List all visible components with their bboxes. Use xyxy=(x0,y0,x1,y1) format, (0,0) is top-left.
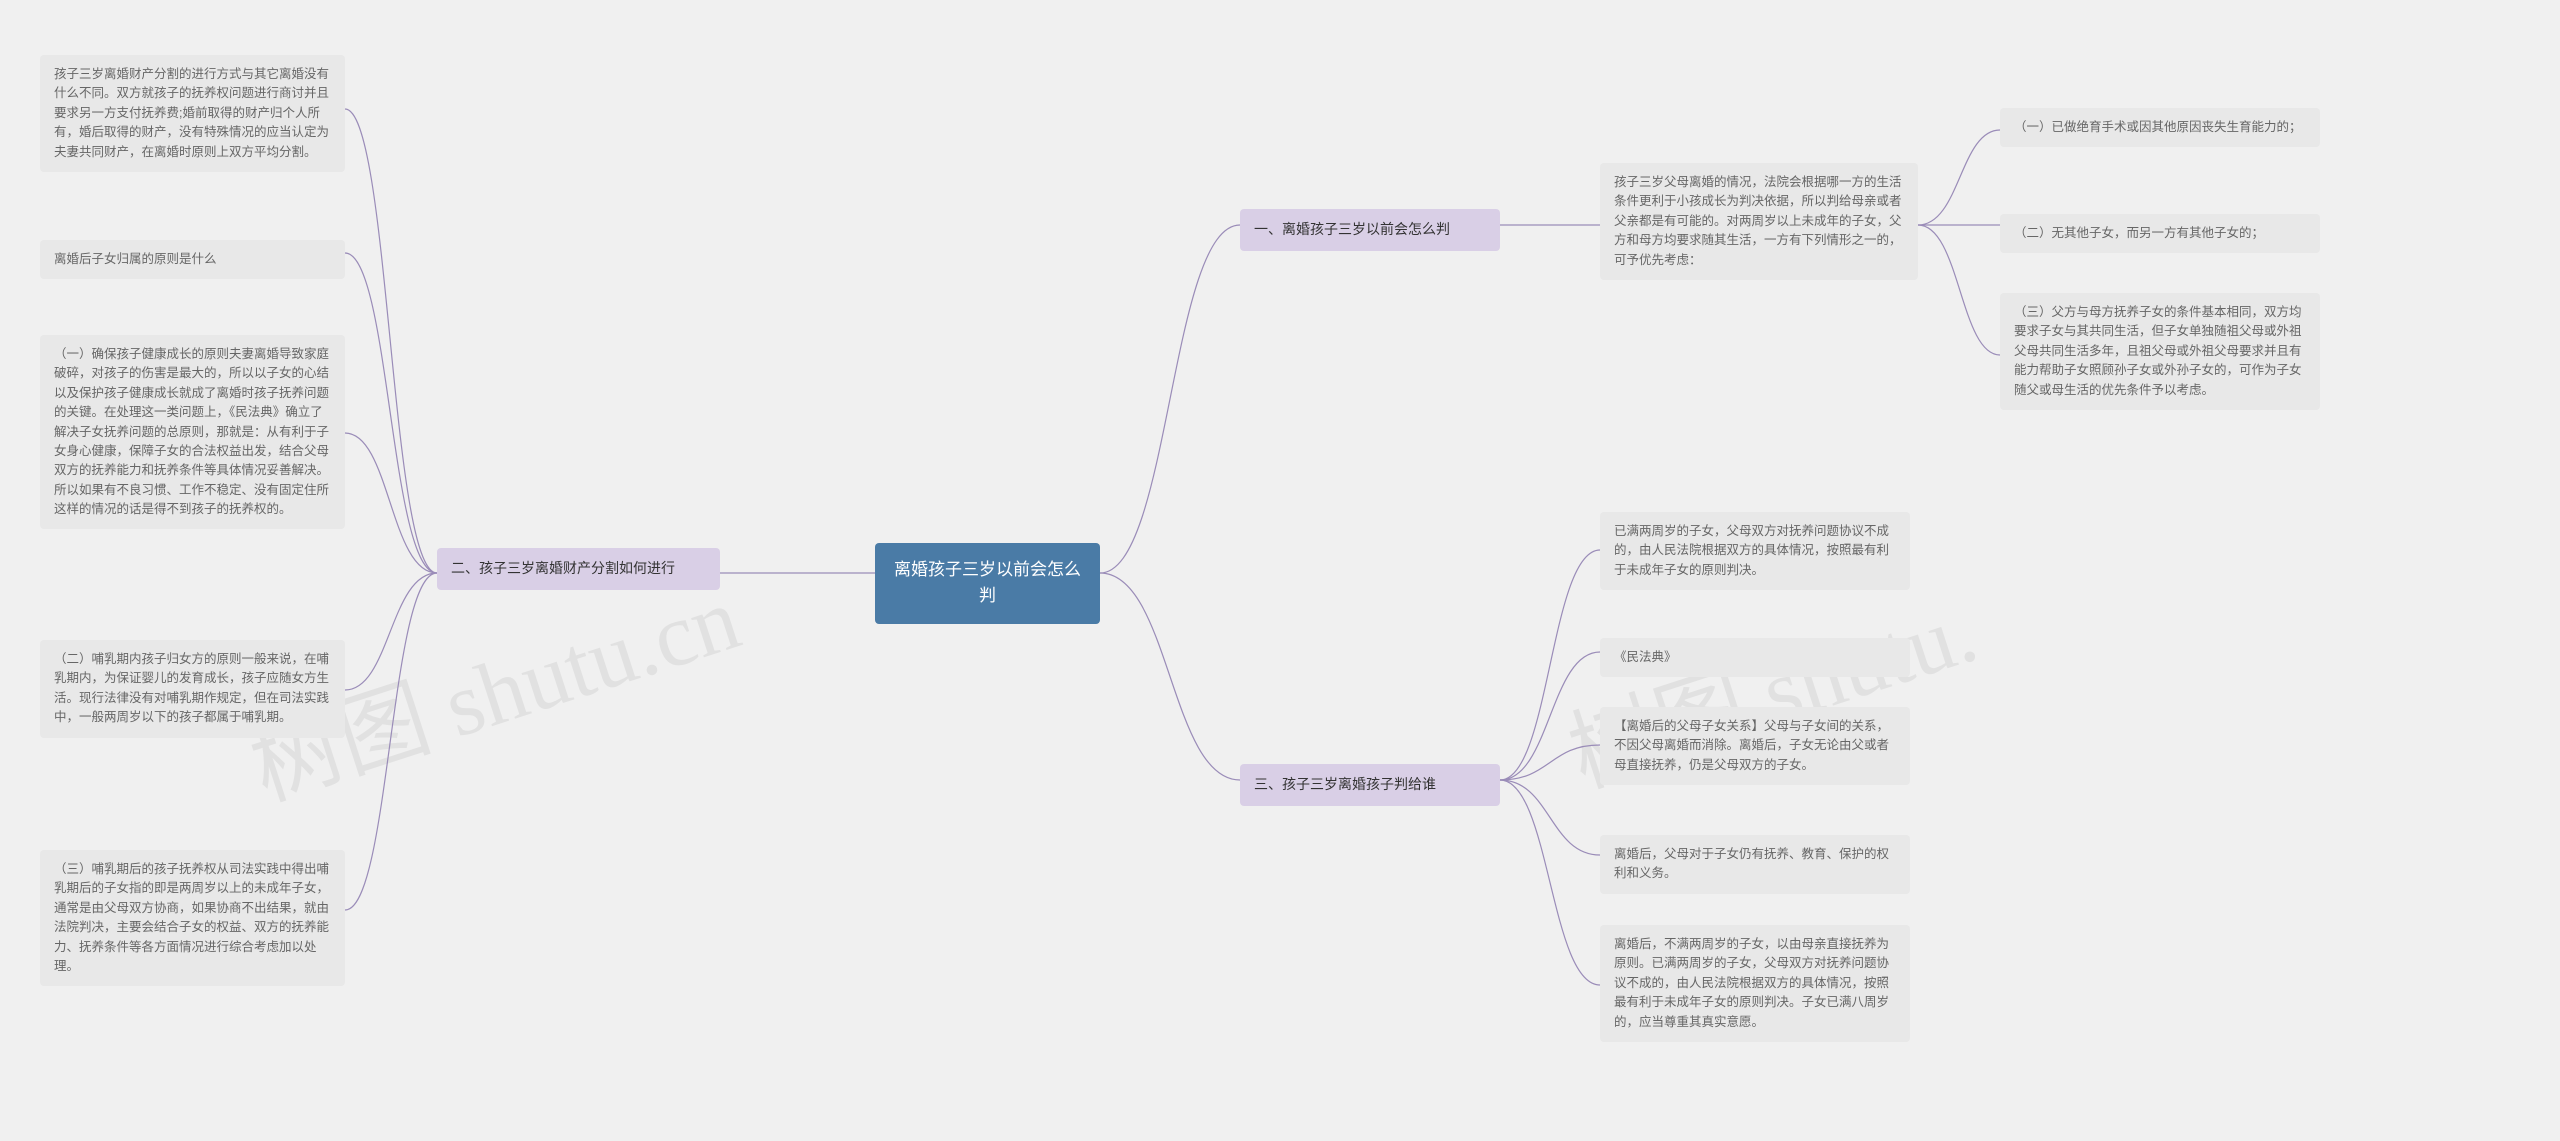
branch-2-child-3[interactable]: （一）确保孩子健康成长的原则夫妻离婚导致家庭破碎，对孩子的伤害是最大的，所以以子… xyxy=(40,335,345,529)
branch-3-child-4[interactable]: 离婚后，父母对于子女仍有抚养、教育、保护的权利和义务。 xyxy=(1600,835,1910,894)
branch-3-child-2[interactable]: 《民法典》 xyxy=(1600,638,1910,677)
branch-1-sub-3[interactable]: （三）父方与母方抚养子女的条件基本相同，双方均要求子女与其共同生活，但子女单独随… xyxy=(2000,293,2320,410)
branch-1-child-1[interactable]: 孩子三岁父母离婚的情况，法院会根据哪一方的生活条件更利于小孩成长为判决依据，所以… xyxy=(1600,163,1918,280)
branch-3-child-1[interactable]: 已满两周岁的子女，父母双方对抚养问题协议不成的，由人民法院根据双方的具体情况，按… xyxy=(1600,512,1910,590)
branch-2-child-5[interactable]: （三）哺乳期后的孩子抚养权从司法实践中得出哺乳期后的子女指的即是两周岁以上的未成… xyxy=(40,850,345,986)
branch-2-child-1[interactable]: 孩子三岁离婚财产分割的进行方式与其它离婚没有什么不同。双方就孩子的抚养权问题进行… xyxy=(40,55,345,172)
branch-2[interactable]: 二、孩子三岁离婚财产分割如何进行 xyxy=(437,548,720,590)
branch-1[interactable]: 一、离婚孩子三岁以前会怎么判 xyxy=(1240,209,1500,251)
branch-2-child-4[interactable]: （二）哺乳期内孩子归女方的原则一般来说，在哺乳期内，为保证婴儿的发育成长，孩子应… xyxy=(40,640,345,738)
branch-3-child-5[interactable]: 离婚后，不满两周岁的子女，以由母亲直接抚养为原则。已满两周岁的子女，父母双方对抚… xyxy=(1600,925,1910,1042)
branch-3[interactable]: 三、孩子三岁离婚孩子判给谁 xyxy=(1240,764,1500,806)
branch-2-child-2[interactable]: 离婚后子女归属的原则是什么 xyxy=(40,240,345,279)
branch-1-sub-1[interactable]: （一）已做绝育手术或因其他原因丧失生育能力的； xyxy=(2000,108,2320,147)
branch-1-sub-2[interactable]: （二）无其他子女，而另一方有其他子女的； xyxy=(2000,214,2320,253)
root-node[interactable]: 离婚孩子三岁以前会怎么判 xyxy=(875,543,1100,624)
connector-lines xyxy=(0,0,2560,1141)
branch-3-child-3[interactable]: 【离婚后的父母子女关系】父母与子女间的关系，不因父母离婚而消除。离婚后，子女无论… xyxy=(1600,707,1910,785)
